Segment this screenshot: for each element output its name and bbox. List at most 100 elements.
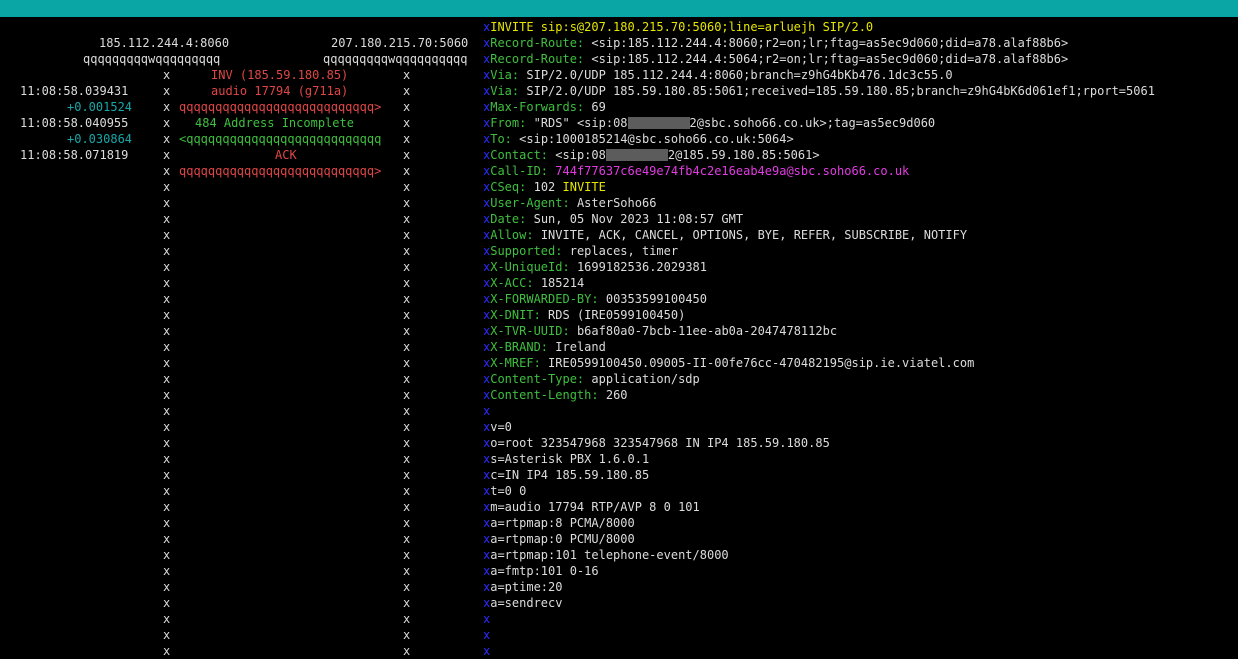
response-label[interactable]: 484 Address Incomplete <box>195 115 354 131</box>
header-space <box>599 292 606 306</box>
lifeline-marker: x <box>163 276 171 290</box>
header-line: xContact: <sip:08 2@185.59.180.85:5061> <box>483 147 1155 163</box>
header-value: Sun, 05 Nov 2023 11:08:57 GMT <box>533 212 744 226</box>
header-name: Via: <box>490 68 520 82</box>
header-name: Supported: <box>490 244 563 258</box>
header-line: xSupported: replaces, timer <box>483 243 1155 259</box>
lifeline-marker: x <box>163 260 171 274</box>
header-value: SIP/2.0/UDP 185.112.244.4:8060;branch=z9… <box>526 68 953 82</box>
lifeline-marker: x <box>163 612 171 626</box>
sdp-text: a=ptime:20 <box>490 580 563 594</box>
header-space <box>599 388 606 402</box>
lifeline-marker: x <box>403 532 411 546</box>
lifeline-marker: x <box>163 628 171 642</box>
header-name: Call-ID: <box>490 164 549 178</box>
lifeline-marker: x <box>403 452 411 466</box>
lifeline-marker: x <box>163 180 171 194</box>
sdp-text: m=audio 17794 RTP/AVP 8 0 101 <box>490 500 700 514</box>
lifeline-marker: x <box>403 132 411 146</box>
lifeline-right-header: qqqqqqqqqwqqqqqqqqqq <box>323 52 468 66</box>
header-line: xUser-Agent: AsterSoho66 <box>483 195 1155 211</box>
header-name: From: <box>490 116 527 130</box>
time-delta: +0.030864 <box>67 132 133 146</box>
header-value: SIP/2.0/UDP 185.59.180.85:5061;received=… <box>526 84 1155 98</box>
header-line: xRecord-Route: <sip:185.112.244.4:5064;r… <box>483 51 1155 67</box>
header-value: 69 <box>591 100 606 114</box>
sdp-line: xa=fmtp:101 0-16 <box>483 563 1155 579</box>
header-value: <sip:08 <box>555 148 606 162</box>
header-value: 102 <box>533 180 563 194</box>
header-value: <sip:1000185214@sbc.soho66.co.uk:5064> <box>519 132 794 146</box>
lifeline-marker: x <box>403 244 411 258</box>
lifeline-marker: x <box>163 484 171 498</box>
response-arrow[interactable]: <qqqqqqqqqqqqqqqqqqqqqqqqqqq <box>179 131 381 147</box>
lifeline-marker: x <box>163 500 171 514</box>
sdp-line: xo=root 323547968 323547968 IN IP4 185.5… <box>483 435 1155 451</box>
blank-line: x <box>483 611 1155 627</box>
lifeline-marker: x <box>163 148 171 162</box>
lifeline-marker: x <box>403 548 411 562</box>
invite-label[interactable]: INV (185.59.180.85) <box>211 67 348 83</box>
header-line: xX-MREF: IRE0599100450.09005-II-00fe76cc… <box>483 355 1155 371</box>
sdp-text: v=0 <box>490 420 512 434</box>
header-line: xTo: <sip:1000185214@sbc.soho66.co.uk:50… <box>483 131 1155 147</box>
lifeline-marker: x <box>403 228 411 242</box>
lifeline-marker: x <box>163 420 171 434</box>
lifeline-marker: x <box>163 164 171 178</box>
ack-label[interactable]: ACK <box>275 147 297 163</box>
blank-line: x <box>483 627 1155 643</box>
lifeline-marker: x <box>163 132 171 146</box>
media-label: audio 17794 (g711a) <box>211 84 349 98</box>
header-line: xAllow: INVITE, ACK, CANCEL, OPTIONS, BY… <box>483 227 1155 243</box>
lifeline-left: xxxxxxxxxxxxxxxxxxxxxxxxxxxxxxxxxxxxx <box>163 67 170 659</box>
lifeline-marker: x <box>403 276 411 290</box>
sdp-line: xa=ptime:20 <box>483 579 1155 595</box>
header-space <box>534 276 541 290</box>
lifeline-marker: x <box>403 68 411 82</box>
lifeline-marker: x <box>403 372 411 386</box>
lifeline-marker: x <box>163 436 171 450</box>
lifeline-marker: x <box>403 196 411 210</box>
lifeline-marker: x <box>403 612 411 626</box>
lifeline-marker: x <box>163 548 171 562</box>
header-space <box>541 308 548 322</box>
header-value: INVITE, ACK, CANCEL, OPTIONS, BYE, REFER… <box>540 228 968 242</box>
header-name: X-FORWARDED-BY: <box>490 292 599 306</box>
sdp-line: xt=0 0 <box>483 483 1155 499</box>
lifeline-marker: x <box>163 68 171 82</box>
header-line: xX-BRAND: Ireland <box>483 339 1155 355</box>
header-space <box>534 228 541 242</box>
header-name: Content-Length: <box>490 388 599 402</box>
sdp-line: xa=sendrecv <box>483 595 1155 611</box>
lifeline-marker: x <box>163 564 171 578</box>
lifeline-marker: x <box>403 164 411 178</box>
header-line: xFrom: "RDS" <sip:08 2@sbc.soho66.co.uk>;… <box>483 115 1155 131</box>
header-value: application/sdp <box>591 372 700 386</box>
lifeline-marker: x <box>163 532 171 546</box>
ack-arrow[interactable]: qqqqqqqqqqqqqqqqqqqqqqqqqqq> <box>179 163 381 179</box>
lifeline-marker: x <box>163 100 171 114</box>
lifeline-marker: x <box>163 372 171 386</box>
header-line: xVia: SIP/2.0/UDP 185.59.180.85:5061;rec… <box>483 83 1155 99</box>
header-value: 260 <box>605 388 628 402</box>
sdp-line: xv=0 <box>483 419 1155 435</box>
header-name: X-DNIT: <box>490 308 541 322</box>
message-detail-pane[interactable]: x INVITE sip:s@207.180.215.70:5060;line=a… <box>483 19 1155 659</box>
lifeline-marker: x <box>403 340 411 354</box>
sdp-text: c=IN IP4 185.59.180.85 <box>490 468 650 482</box>
header-name: Max-Forwards: <box>490 100 585 114</box>
lifeline-marker: x <box>163 468 171 482</box>
lifeline-right: xxxxxxxxxxxxxxxxxxxxxxxxxxxxxxxxxxxxx <box>403 67 410 659</box>
lifeline-marker: x <box>163 356 171 370</box>
header-space <box>526 180 533 194</box>
header-space <box>526 212 533 226</box>
header-space <box>570 196 577 210</box>
header-value: AsterSoho66 <box>576 196 657 210</box>
invite-arrow[interactable]: qqqqqqqqqqqqqqqqqqqqqqqqqqq> <box>179 99 381 115</box>
header-name: X-BRAND: <box>490 340 549 354</box>
header-value: <sip:185.112.244.4:8060;r2=on;lr;ftag=as… <box>591 36 1069 50</box>
header-name: X-TVR-UUID: <box>490 324 570 338</box>
sdp-text: a=rtpmap:101 telephone-event/8000 <box>490 548 729 562</box>
timestamp: 11:08:58.039431 <box>20 84 129 98</box>
header-value: 2@sbc.soho66.co.uk>;tag=as5ec9d060 <box>689 116 936 130</box>
